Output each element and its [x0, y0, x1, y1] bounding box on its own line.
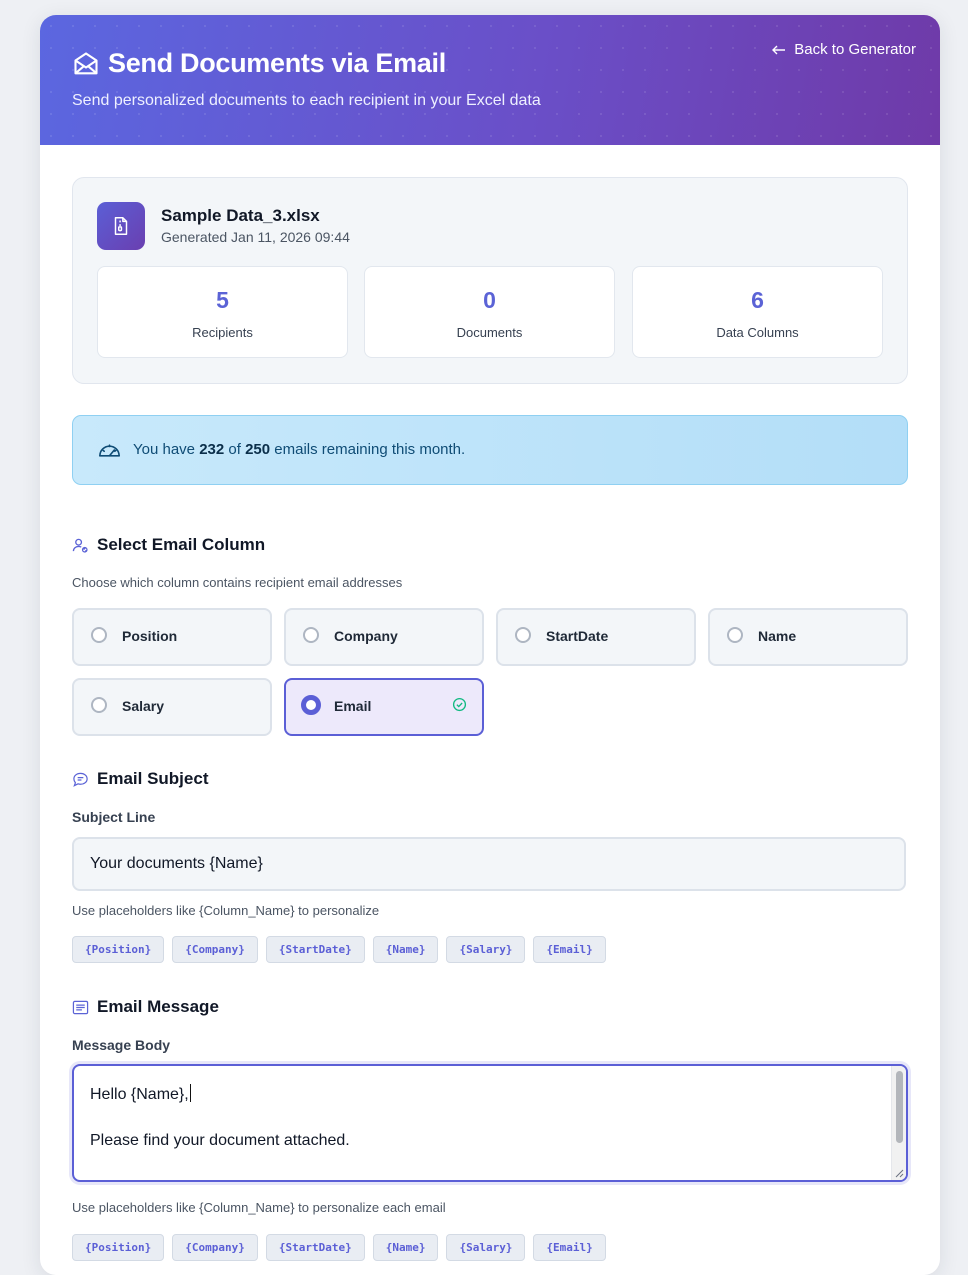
- text-cursor: [189, 1084, 191, 1102]
- message-lines-icon: [72, 1000, 89, 1014]
- column-option-label: Email: [334, 698, 372, 714]
- message-body-textarea[interactable]: Hello {Name}, Please find your document …: [72, 1064, 908, 1182]
- placeholder-chip-name[interactable]: {Name}: [372, 1234, 439, 1261]
- send-email-card: Send Documents via Email Send personaliz…: [40, 15, 940, 1275]
- textarea-scrollbar[interactable]: [891, 1066, 906, 1180]
- section-heading-email-message: Email Message: [72, 997, 219, 1017]
- chat-bubble-icon: [73, 772, 88, 787]
- quota-middle: of: [224, 441, 246, 458]
- column-option-startdate[interactable]: StartDate: [496, 608, 696, 666]
- quota-prefix: You have: [133, 441, 200, 458]
- page-title: Send Documents via Email: [72, 48, 446, 79]
- page-title-text: Send Documents via Email: [108, 48, 446, 78]
- back-to-generator-link[interactable]: Back to Generator: [771, 41, 916, 58]
- radio-button[interactable]: [91, 697, 107, 713]
- placeholder-chip-name[interactable]: {Name}: [372, 936, 439, 963]
- stat-value: 5: [216, 287, 229, 313]
- quota-text: You have 232 of 250 emails remaining thi…: [133, 441, 465, 458]
- subject-placeholder-chips: {Position} {Company} {StartDate} {Name} …: [72, 936, 606, 963]
- column-option-position[interactable]: Position: [72, 608, 272, 666]
- placeholder-chip-startdate[interactable]: {StartDate}: [265, 936, 365, 963]
- column-option-company[interactable]: Company: [284, 608, 484, 666]
- file-name: Sample Data_3.xlsx: [161, 206, 320, 225]
- subject-line-label: Subject Line: [72, 809, 156, 825]
- section-heading-email-column: Select Email Column: [72, 535, 265, 555]
- page-subtitle: Send personalized documents to each reci…: [72, 92, 541, 109]
- placeholder-chip-company[interactable]: {Company}: [172, 1234, 258, 1261]
- placeholder-chip-position[interactable]: {Position}: [72, 1234, 165, 1261]
- file-generated-date: Generated Jan 11, 2026 09:44: [161, 229, 350, 245]
- email-quota-banner: You have 232 of 250 emails remaining thi…: [72, 415, 908, 485]
- column-option-label: Position: [122, 628, 178, 644]
- email-column-hint: Choose which column contains recipient e…: [72, 575, 403, 590]
- placeholder-chip-company[interactable]: {Company}: [172, 936, 258, 963]
- message-line-1: Hello {Name},: [90, 1086, 189, 1103]
- column-option-label: Company: [334, 628, 398, 644]
- placeholder-chip-position[interactable]: {Position}: [72, 936, 165, 963]
- quota-used: 232: [199, 441, 225, 458]
- radio-button[interactable]: [515, 627, 531, 643]
- user-check-icon: [72, 538, 88, 553]
- subject-input[interactable]: [72, 837, 906, 891]
- message-hint: Use placeholders like {Column_Name} to p…: [72, 1200, 446, 1215]
- stat-label: Documents: [456, 325, 523, 340]
- message-line: Hello {Name},: [90, 1084, 191, 1104]
- mail-open-icon: [74, 51, 98, 74]
- file-badge: [97, 202, 145, 250]
- radio-button[interactable]: [303, 627, 319, 643]
- section-title: Select Email Column: [97, 535, 266, 554]
- radio-button[interactable]: [727, 627, 743, 643]
- stat-data-columns: 6 Data Columns: [632, 266, 883, 358]
- placeholder-chip-salary[interactable]: {Salary}: [446, 1234, 526, 1261]
- page-header: Send Documents via Email Send personaliz…: [40, 15, 940, 145]
- quota-suffix: emails remaining this month.: [270, 441, 466, 458]
- message-line-2: Please find your document attached.: [90, 1132, 350, 1149]
- stat-label: Data Columns: [716, 325, 799, 340]
- speedometer-icon: [99, 444, 120, 457]
- radio-button[interactable]: [91, 627, 107, 643]
- quota-total: 250: [245, 441, 271, 458]
- placeholder-chip-startdate[interactable]: {StartDate}: [265, 1234, 365, 1261]
- section-title: Email Message: [97, 997, 219, 1016]
- stat-label: Recipients: [192, 325, 253, 340]
- subject-hint: Use placeholders like {Column_Name} to p…: [72, 903, 380, 918]
- column-option-label: StartDate: [546, 628, 609, 644]
- stat-value: 0: [483, 287, 496, 313]
- column-option-label: Salary: [122, 698, 165, 714]
- back-link-label: Back to Generator: [794, 41, 916, 58]
- resize-handle-icon[interactable]: [895, 1169, 904, 1178]
- column-option-name[interactable]: Name: [708, 608, 908, 666]
- message-placeholder-chips: {Position} {Company} {StartDate} {Name} …: [72, 1234, 606, 1261]
- stat-recipients: 5 Recipients: [97, 266, 348, 358]
- placeholder-chip-email[interactable]: {Email}: [533, 936, 606, 963]
- column-option-salary[interactable]: Salary: [72, 678, 272, 736]
- arrow-left-icon: [772, 45, 786, 54]
- column-option-email[interactable]: Email: [284, 678, 484, 736]
- placeholder-chip-email[interactable]: {Email}: [533, 1234, 606, 1261]
- file-summary-card: Sample Data_3.xlsx Generated Jan 11, 202…: [72, 177, 908, 384]
- radio-button-selected[interactable]: [301, 695, 321, 715]
- stat-documents: 0 Documents: [364, 266, 615, 358]
- section-title: Email Subject: [97, 769, 209, 788]
- scrollbar-thumb[interactable]: [896, 1071, 903, 1143]
- check-circle-icon: [452, 697, 467, 712]
- column-option-label: Name: [758, 628, 797, 644]
- placeholder-chip-salary[interactable]: {Salary}: [446, 936, 526, 963]
- file-archive-icon: [114, 217, 128, 235]
- message-body-label: Message Body: [72, 1037, 171, 1053]
- stat-value: 6: [751, 287, 764, 313]
- section-heading-email-subject: Email Subject: [72, 769, 208, 789]
